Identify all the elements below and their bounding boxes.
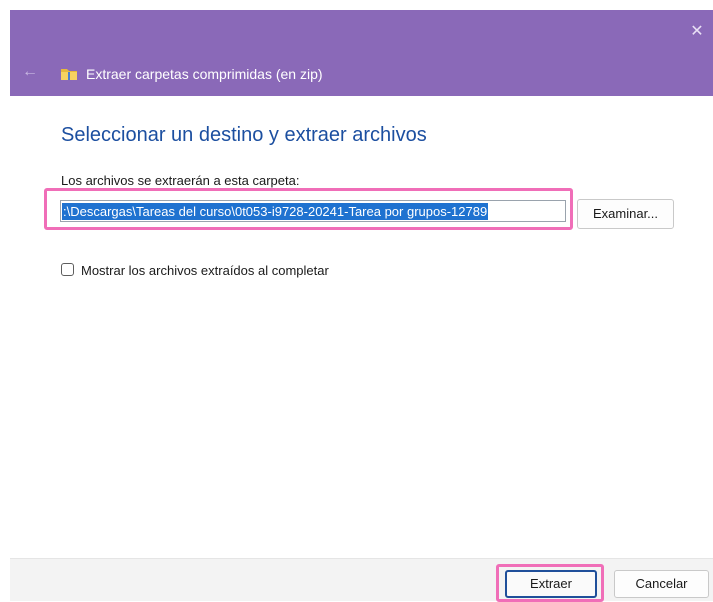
destination-label: Los archivos se extraerán a esta carpeta… — [61, 173, 300, 188]
show-files-label: Mostrar los archivos extraídos al comple… — [81, 263, 329, 278]
dialog-footer: Extraer Cancelar — [10, 558, 713, 602]
close-icon[interactable]: ✕ — [689, 24, 705, 40]
selected-path-text: :\Descargas\Tareas del curso\0t053-i9728… — [62, 203, 489, 220]
back-arrow-icon[interactable]: ← — [20, 62, 40, 82]
dialog-content: Seleccionar un destino y extraer archivo… — [10, 96, 713, 558]
cancel-button[interactable]: Cancelar — [614, 570, 709, 598]
zip-folder-icon — [61, 69, 77, 80]
window-title: Extraer carpetas comprimidas (en zip) — [86, 66, 323, 82]
destination-path-input[interactable]: :\Descargas\Tareas del curso\0t053-i9728… — [60, 200, 566, 222]
title-bar: ✕ ← Extraer carpetas comprimidas (en zip… — [10, 10, 713, 96]
browse-button[interactable]: Examinar... — [577, 199, 674, 229]
extract-button[interactable]: Extraer — [505, 570, 597, 598]
extract-dialog-window: ✕ ← Extraer carpetas comprimidas (en zip… — [0, 0, 713, 602]
show-files-checkbox[interactable] — [61, 263, 74, 276]
left-margin — [0, 0, 10, 601]
page-heading: Seleccionar un destino y extraer archivo… — [61, 124, 427, 146]
